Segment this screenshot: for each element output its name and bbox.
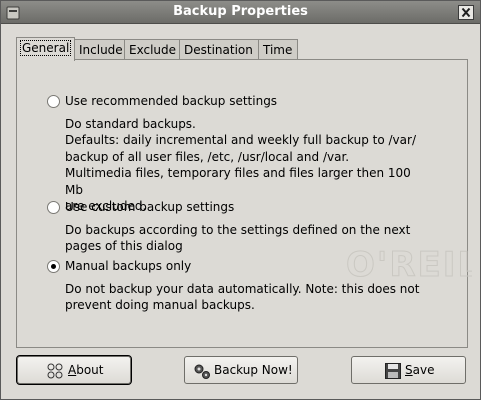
close-icon: [461, 7, 471, 18]
backup-properties-dialog: Backup Properties General Include Exclud…: [0, 0, 481, 400]
tab-exclude[interactable]: Exclude: [124, 39, 180, 60]
option-custom-description: Do backups according to the settings def…: [65, 223, 411, 254]
option-manual-label: Manual backups only: [65, 259, 192, 273]
tab-destination[interactable]: Destination: [179, 39, 259, 60]
about-label-rest: bout: [76, 363, 104, 377]
about-button[interactable]: About: [16, 355, 132, 385]
tab-include[interactable]: Include: [74, 39, 125, 60]
radio-button-checked[interactable]: [47, 260, 60, 273]
tab-destination-label: Destination: [184, 43, 253, 57]
backup-gears-icon: [193, 362, 211, 380]
radio-button-unchecked[interactable]: [47, 95, 60, 108]
save-button-label: Save: [405, 363, 434, 377]
backup-now-label: Backup Now!: [214, 363, 293, 377]
window-title: Backup Properties: [173, 4, 308, 19]
tab-time-label: Time: [263, 43, 293, 57]
tab-exclude-label: Exclude: [129, 43, 177, 57]
about-icon: [46, 362, 64, 380]
close-button[interactable]: [458, 5, 474, 20]
tab-time[interactable]: Time: [258, 39, 298, 60]
general-tab-panel: O'REILLY Use recommended backup settings…: [16, 59, 472, 348]
about-button-label: About: [68, 363, 104, 377]
option-manual-description: Do not backup your data automatically. N…: [65, 282, 420, 313]
save-button[interactable]: Save: [351, 356, 466, 384]
option-recommended-label: Use recommended backup settings: [65, 94, 278, 108]
about-mnemonic: A: [68, 363, 77, 377]
tab-include-label: Include: [79, 43, 123, 57]
tab-general[interactable]: General: [16, 37, 75, 61]
backup-now-button[interactable]: Backup Now!: [184, 356, 298, 384]
title-bar[interactable]: Backup Properties: [1, 1, 480, 24]
floppy-disk-icon: [384, 362, 402, 380]
option-custom-label: Use custom backup settings: [65, 200, 235, 214]
save-label-rest: ave: [412, 363, 435, 377]
radio-button-unchecked[interactable]: [47, 201, 60, 214]
save-mnemonic: S: [405, 363, 413, 377]
tab-general-label: General: [19, 40, 72, 56]
